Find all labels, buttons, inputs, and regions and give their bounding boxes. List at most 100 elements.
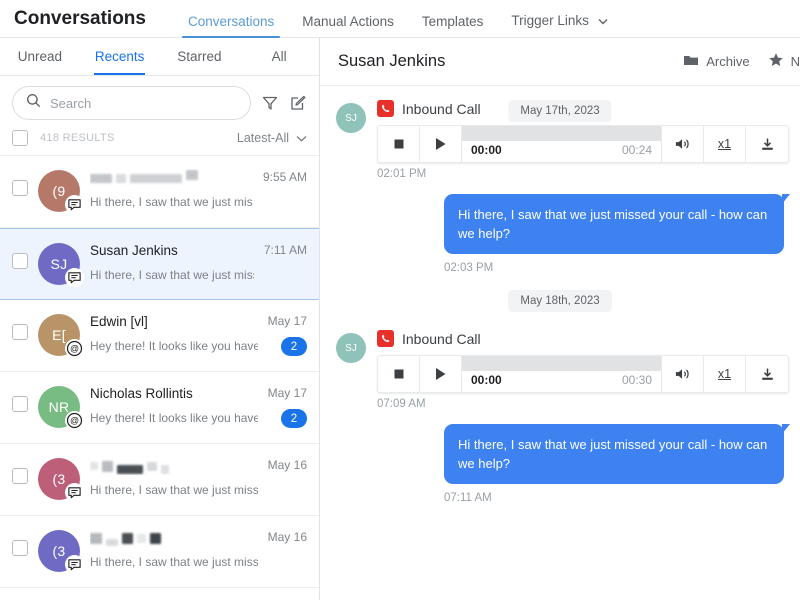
- avatar: (9: [38, 170, 84, 214]
- list-item-meta: May 17 2: [268, 312, 307, 356]
- search-input[interactable]: [50, 95, 237, 111]
- call-message-row: SJ Inbound Call: [336, 330, 789, 410]
- audio-player[interactable]: 00:00 00:24 x1: [377, 125, 789, 163]
- avatar: NR @: [38, 386, 84, 430]
- volume-button[interactable]: [662, 126, 704, 162]
- star-button[interactable]: N: [768, 52, 800, 71]
- redaction-block: [90, 532, 102, 544]
- message-timestamp: 02:03 PM: [444, 262, 494, 274]
- filter-funnel-icon[interactable]: [261, 94, 279, 112]
- sms-icon: [65, 268, 84, 287]
- outgoing-message-row: Hi there, I saw that we just missed your…: [336, 194, 790, 274]
- audio-player[interactable]: 00:00 00:30 x1: [377, 355, 789, 393]
- unread-count-badge: 2: [281, 409, 307, 428]
- email-icon: @: [65, 339, 84, 358]
- list-item-snippet: Hey there! It looks like you haven'..: [90, 411, 258, 425]
- play-button[interactable]: [420, 126, 462, 162]
- current-time: 00:00: [471, 143, 502, 157]
- volume-button[interactable]: [662, 356, 704, 392]
- sms-icon: [65, 555, 84, 574]
- svg-text:@: @: [70, 344, 79, 354]
- compose-icon[interactable]: [289, 94, 307, 112]
- sort-dropdown-label: Latest-All: [236, 131, 289, 145]
- list-item-nicholas-rollintis[interactable]: NR @ Nicholas Rollintis Hey there! It lo…: [0, 372, 319, 444]
- list-item-meta: 9:55 AM: [263, 168, 307, 184]
- sort-dropdown[interactable]: Latest-All: [237, 131, 307, 145]
- list-item-content: Edwin [vl] Hey there! It looks like you …: [90, 312, 258, 353]
- play-button[interactable]: [420, 356, 462, 392]
- message-bubble: Hi there, I saw that we just missed your…: [444, 424, 790, 484]
- subtab-recents[interactable]: Recents: [80, 38, 160, 75]
- list-item-meta: May 16: [268, 528, 307, 544]
- call-block: Inbound Call: [377, 330, 789, 410]
- subtab-starred[interactable]: Starred: [160, 38, 240, 75]
- tab-conversations[interactable]: Conversations: [174, 13, 288, 38]
- results-count: 418 RESULTS: [40, 132, 115, 144]
- call-type-label-row: Inbound Call: [377, 330, 784, 347]
- redaction-block: [186, 169, 198, 180]
- list-item-susan-jenkins[interactable]: SJ Susan Jenkins Hi there, I saw that we…: [0, 228, 319, 300]
- message-timestamp: 07:11 AM: [444, 492, 492, 504]
- search-box[interactable]: [12, 86, 251, 120]
- select-all-checkbox[interactable]: [12, 130, 28, 146]
- redaction-block: [102, 460, 113, 472]
- row-checkbox[interactable]: [12, 468, 28, 484]
- archive-label: Archive: [706, 54, 750, 69]
- star-icon: [768, 52, 784, 71]
- svg-text:@: @: [70, 416, 79, 426]
- page-title: Conversations: [14, 8, 146, 29]
- list-item-name-redacted: [90, 457, 258, 475]
- progress-track[interactable]: 00:00 00:30: [462, 356, 662, 392]
- email-icon: @: [65, 411, 84, 430]
- duration: 00:24: [621, 143, 652, 157]
- list-item-meta: May 17 2: [268, 384, 307, 428]
- outgoing-message-row: Hi there, I saw that we just missed your…: [336, 424, 790, 504]
- folder-icon: [683, 53, 699, 70]
- archive-button[interactable]: Archive: [683, 53, 750, 70]
- tab-templates[interactable]: Templates: [408, 14, 498, 38]
- row-checkbox[interactable]: [12, 324, 28, 340]
- avatar: (3: [38, 458, 84, 502]
- download-button[interactable]: [746, 126, 788, 162]
- subtab-unread[interactable]: Unread: [0, 38, 80, 75]
- star-label: N: [790, 54, 800, 69]
- list-item-name: Nicholas Rollintis: [90, 386, 193, 401]
- redaction-block: [147, 461, 157, 471]
- outgoing-message: Hi there, I saw that we just missed your…: [444, 194, 790, 274]
- list-item-time: May 16: [267, 458, 307, 472]
- list-item-name-redacted: [90, 529, 258, 547]
- subtab-all[interactable]: All: [239, 38, 319, 75]
- list-item-time: May 17: [267, 314, 307, 328]
- list-item[interactable]: (9 Hi there, I saw that we just missed: [0, 156, 319, 228]
- redaction-block: [116, 173, 126, 183]
- list-item-snippet: Hey there! It looks like you haven'..: [90, 339, 258, 353]
- download-button[interactable]: [746, 356, 788, 392]
- date-divider-second: May 18th, 2023: [508, 290, 612, 312]
- progress-track[interactable]: 00:00 00:24: [462, 126, 662, 162]
- row-checkbox[interactable]: [12, 253, 28, 269]
- list-item-edwin[interactable]: E[ @ Edwin [vl] Hey there! It looks like…: [0, 300, 319, 372]
- list-item-time: 7:11 AM: [263, 243, 307, 257]
- list-item-time: 9:55 AM: [262, 170, 307, 184]
- tab-trigger-links[interactable]: Trigger Links: [497, 14, 621, 37]
- playback-speed-button[interactable]: x1: [704, 126, 746, 162]
- tab-manual-actions[interactable]: Manual Actions: [288, 14, 408, 38]
- list-item[interactable]: (3 Hi there, I saw that we just miss May…: [0, 444, 319, 516]
- redaction-block: [161, 465, 169, 474]
- time-labels: 00:00 00:24: [462, 143, 661, 162]
- playback-speed-button[interactable]: x1: [704, 356, 746, 392]
- row-checkbox[interactable]: [12, 180, 28, 196]
- list-item[interactable]: (3 Hi there, I saw that we just miss May…: [0, 516, 319, 588]
- stop-button[interactable]: [378, 126, 420, 162]
- row-checkbox[interactable]: [12, 540, 28, 556]
- subtab-all-label: All: [271, 49, 287, 64]
- row-checkbox[interactable]: [12, 396, 28, 412]
- redaction-block: [130, 173, 182, 183]
- results-row: 418 RESULTS Latest-All: [0, 128, 319, 156]
- stop-button[interactable]: [378, 356, 420, 392]
- main-body: Unread Recents Starred All Search 418 RE…: [0, 38, 800, 600]
- list-item-content: Nicholas Rollintis Hey there! It looks l…: [90, 384, 258, 425]
- redaction-block: [122, 532, 133, 544]
- subtab-starred-label: Starred: [177, 49, 222, 64]
- tab-conversations-label: Conversations: [187, 13, 275, 29]
